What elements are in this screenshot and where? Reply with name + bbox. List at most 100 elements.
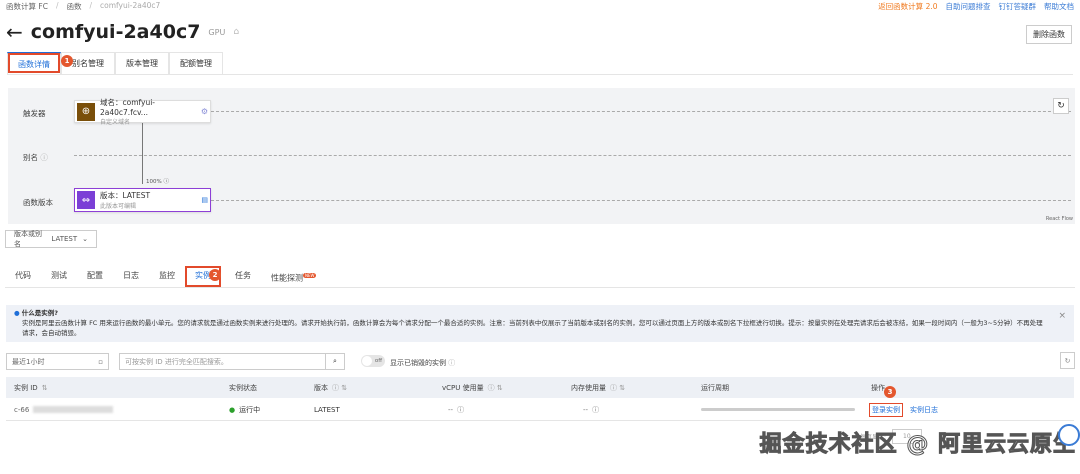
new-badge: NEW — [303, 273, 317, 278]
breadcrumb-fc[interactable]: 函数计算 FC — [6, 1, 48, 12]
sort-icon: ⓘ ⇅ — [610, 383, 626, 392]
status-text: 运行中 — [239, 405, 261, 414]
tab-monitor[interactable]: 监控 — [149, 266, 185, 287]
show-destroyed-text: 显示已销毁的实例 — [390, 359, 446, 367]
version-alias-select[interactable]: 版本或别名 LATEST ⌄ — [5, 230, 97, 248]
tab-perf-probe[interactable]: 性能探测 NEW — [261, 266, 326, 287]
link-self-help[interactable]: 自助问题排查 — [946, 1, 991, 12]
flow-graph: 触发器 别名 ⓘ 函数版本 100% ⓘ ⊕ 域名：comfyui-2a40c7… — [8, 88, 1075, 224]
instance-status: ● 运行中 — [229, 399, 260, 420]
alias-label: 别名 — [23, 153, 38, 162]
tab-function-details[interactable]: 函数详情 — [7, 52, 61, 74]
redacted-id — [33, 406, 114, 413]
close-icon[interactable]: × — [1058, 311, 1066, 321]
calendar-icon: ▫ — [98, 357, 103, 366]
col-memory[interactable]: 内存使用量 ⓘ ⇅ — [571, 377, 625, 398]
trigger-node-title: 域名：comfyui-2a40c7.fcv... — [100, 98, 156, 117]
col-vcpu[interactable]: vCPU 使用量 ⓘ ⇅ — [442, 377, 503, 398]
tab-test[interactable]: 测试 — [41, 266, 77, 287]
link-back-fc2[interactable]: 返回函数计算 2.0 — [878, 1, 937, 12]
col-instance-id[interactable]: 实例 ID ⇅ — [14, 377, 48, 398]
time-range-picker[interactable]: 最近1小时 ▫ — [6, 353, 109, 370]
info-title: 什么是实例? — [21, 309, 59, 317]
step-badge-1: 1 — [61, 55, 73, 67]
row-actions: 登录实例 实例日志 — [869, 399, 938, 420]
version-select-label: 版本或别名 — [14, 230, 42, 248]
instance-logs-link[interactable]: 实例日志 — [910, 405, 938, 415]
main-tabs: 函数详情 别名管理 版本管理 配额管理 — [7, 52, 1073, 75]
lifecycle-bar — [701, 399, 855, 420]
refresh-graph-icon[interactable]: ↻ — [1053, 98, 1069, 114]
toggle-state: off — [374, 358, 382, 364]
document-icon[interactable]: ▤ — [201, 196, 208, 204]
breadcrumb-current: comfyui-2a40c7 — [100, 1, 161, 10]
tab-code[interactable]: 代码 — [5, 266, 41, 287]
sort-icon: ⇅ — [41, 383, 48, 392]
react-flow-attribution[interactable]: React Flow — [1046, 216, 1073, 222]
breadcrumb-functions[interactable]: 函数 — [66, 1, 81, 12]
tab-versions[interactable]: 版本管理 — [115, 52, 169, 74]
refresh-table-icon[interactable]: ↻ — [1060, 352, 1075, 369]
memory-usage: -- ⓘ — [583, 405, 600, 414]
tab-quota[interactable]: 配额管理 — [169, 52, 223, 74]
time-range-value: 最近1小时 — [12, 357, 45, 366]
chevron-down-icon: ⌄ — [82, 235, 88, 243]
col-version[interactable]: 版本 ⓘ ⇅ — [314, 377, 347, 398]
back-arrow-icon[interactable]: ← — [6, 20, 23, 44]
alias-lane — [74, 155, 1071, 156]
tab-logs[interactable]: 日志 — [113, 266, 149, 287]
col-lifecycle: 运行周期 — [701, 383, 729, 392]
show-destroyed-label: 显示已销毁的实例 ⓘ — [390, 359, 456, 367]
sub-tabs: 代码 测试 配置 日志 监控 实例 任务 性能探测 NEW — [5, 266, 1075, 288]
assistant-icon[interactable] — [1058, 424, 1080, 446]
toggle-knob — [362, 356, 372, 366]
gear-icon[interactable]: ⚙ — [201, 107, 208, 116]
link-docs[interactable]: 帮助文档 — [1044, 1, 1074, 12]
col-status: 实例状态 — [229, 383, 257, 392]
sort-icon: ⓘ ⇅ — [332, 383, 348, 392]
version-icon: ⇔ — [77, 191, 95, 209]
globe-icon: ⊕ — [77, 102, 95, 121]
edge-line — [142, 122, 143, 184]
breadcrumb: 函数计算 FC / 函数 / comfyui-2a40c7 — [6, 1, 161, 12]
instance-search-input[interactable]: 可按实例 ID 进行完全匹配搜索。 — [119, 353, 326, 370]
weight-value: 100% — [146, 179, 162, 185]
instance-id: c-66 — [14, 399, 114, 420]
perf-probe-label: 性能探测 — [271, 273, 303, 283]
running-dot-icon: ● — [229, 405, 236, 414]
vcpu-usage: -- ⓘ — [448, 405, 465, 414]
header-text: 实例 ID — [14, 383, 38, 392]
delete-function-button[interactable]: 删除函数 — [1026, 25, 1072, 44]
header-text: 版本 — [314, 383, 328, 392]
search-icon[interactable]: ⌕ — [325, 353, 345, 370]
tab-tasks[interactable]: 任务 — [221, 266, 261, 287]
page-title: comfyui-2a40c7 — [30, 21, 201, 43]
lifecycle-bar-fill — [701, 408, 855, 411]
help-icon: ⓘ — [40, 153, 48, 162]
show-destroyed-toggle[interactable]: off — [361, 355, 385, 367]
login-instance-link[interactable]: 登录实例 — [869, 402, 903, 417]
sort-icon: ⓘ ⇅ — [487, 383, 503, 392]
version-node-title: 版本：LATEST — [100, 191, 151, 200]
watermark: 掘金技术社区 @ 阿里云云原生 — [759, 432, 1076, 458]
trigger-lane — [211, 111, 1071, 112]
header-text: vCPU 使用量 — [442, 383, 484, 392]
version-lane — [211, 200, 1071, 201]
version-node[interactable]: ⇔ 版本：LATEST 此版本可编辑 ▤ — [74, 188, 211, 212]
table-header: 实例 ID ⇅ 实例状态 版本 ⓘ ⇅ vCPU 使用量 ⓘ ⇅ 内存使用量 ⓘ ⇅ 运… — [6, 377, 1074, 398]
top-links: 返回函数计算 2.0 自助问题排查 钉钉答疑群 帮助文档 — [878, 1, 1074, 12]
link-dingtalk[interactable]: 钉钉答疑群 — [999, 1, 1037, 12]
version-select-value: LATEST — [51, 235, 78, 243]
step-badge-2: 2 — [209, 269, 221, 281]
col-actions: 操作 — [871, 383, 885, 392]
trigger-node[interactable]: ⊕ 域名：comfyui-2a40c7.fcv... 自定义域名 ⚙ — [74, 98, 211, 126]
instance-version: LATEST — [314, 405, 340, 414]
step-badge-3: 3 — [884, 386, 896, 398]
tab-config[interactable]: 配置 — [77, 266, 113, 287]
page-header: ← comfyui-2a40c7 GPU ⌂ — [6, 20, 239, 44]
vcpu-value: -- — [448, 405, 454, 414]
tag-icon[interactable]: ⌂ — [233, 27, 239, 37]
gpu-tag: GPU — [208, 27, 226, 37]
table-row: c-66 ● 运行中 LATEST -- ⓘ -- ⓘ 登录实例 实例日志 — [6, 399, 1074, 421]
info-alert: ● 什么是实例? 实例是阿里云函数计算 FC 用来运行函数的最小单元。您的请求就… — [6, 305, 1074, 342]
